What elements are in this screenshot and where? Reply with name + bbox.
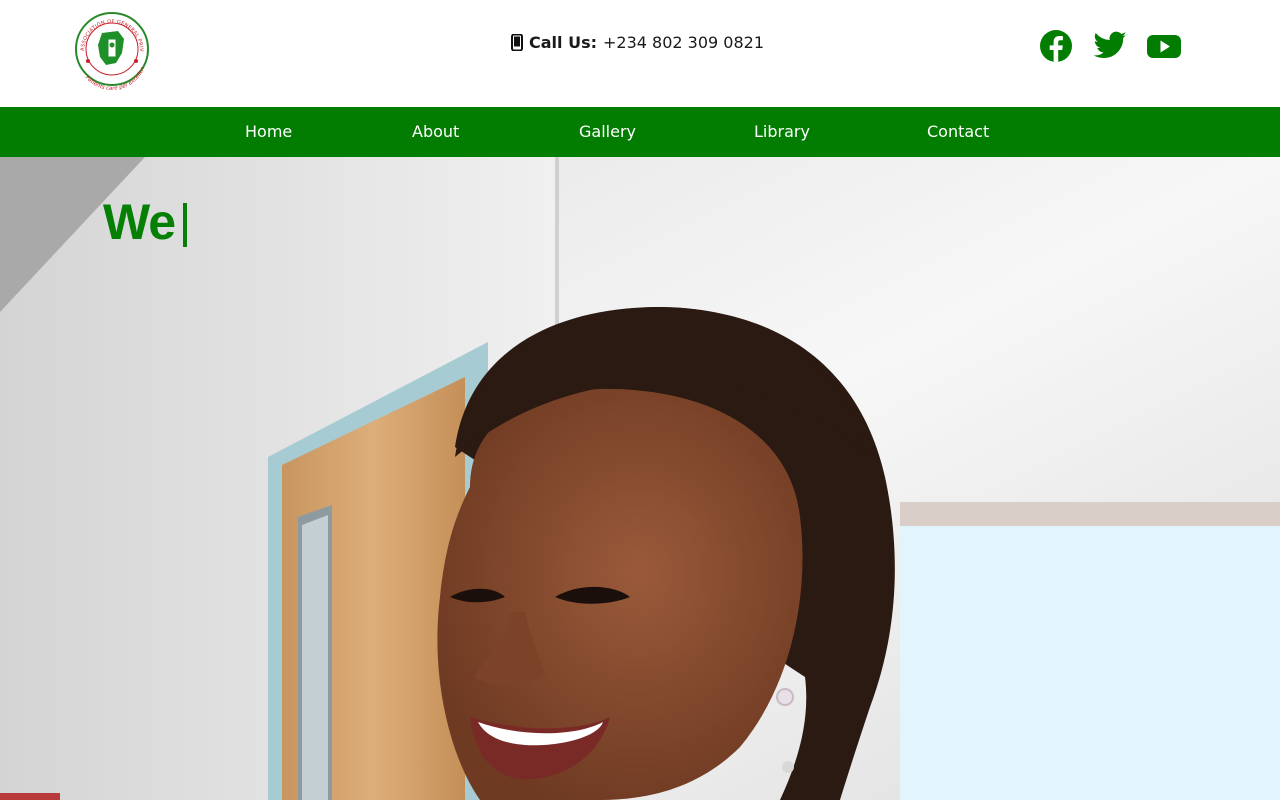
nav-home[interactable]: Home bbox=[245, 122, 292, 141]
facebook-icon[interactable] bbox=[1038, 28, 1074, 64]
nav-contact[interactable]: Contact bbox=[927, 122, 989, 141]
twitter-icon[interactable] bbox=[1092, 28, 1128, 64]
top-header: ASSOCIATION OF GENERAL PRIVATE NURSING P… bbox=[0, 0, 1280, 107]
social-links bbox=[1038, 28, 1182, 64]
nav-about[interactable]: About bbox=[412, 122, 459, 141]
hero-banner: We bbox=[0, 157, 1280, 800]
hero-background-image bbox=[0, 157, 1280, 800]
typing-cursor bbox=[183, 203, 187, 247]
association-logo[interactable]: ASSOCIATION OF GENERAL PRIVATE NURSING P… bbox=[67, 5, 154, 93]
call-us: Call Us: +234 802 309 0821 bbox=[511, 33, 764, 52]
nav-library[interactable]: Library bbox=[754, 122, 810, 141]
mobile-phone-icon bbox=[511, 33, 523, 52]
youtube-icon[interactable] bbox=[1146, 28, 1182, 64]
main-nav: Home About Gallery Library Contact bbox=[0, 107, 1280, 157]
nav-gallery[interactable]: Gallery bbox=[579, 122, 636, 141]
call-label: Call Us: bbox=[529, 33, 597, 52]
phone-number-link[interactable]: +234 802 309 0821 bbox=[603, 33, 764, 52]
logo-emblem: ASSOCIATION OF GENERAL PRIVATE NURSING P… bbox=[67, 5, 149, 92]
hero-title: We bbox=[103, 194, 176, 250]
